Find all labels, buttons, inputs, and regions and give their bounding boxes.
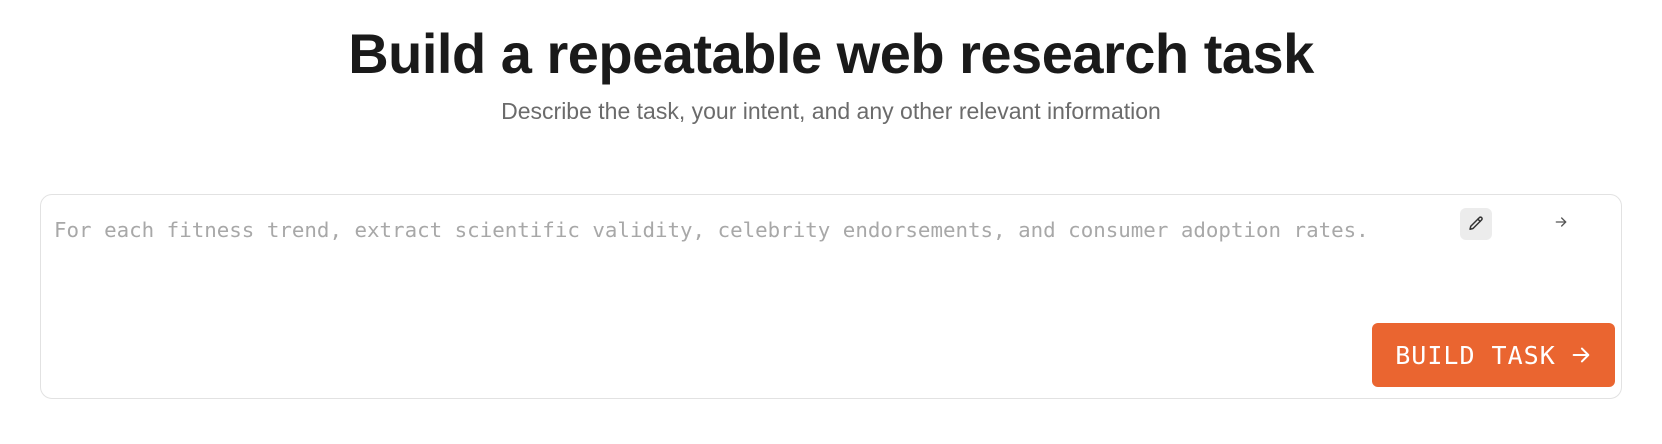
submit-arrow-button[interactable] <box>1547 210 1575 238</box>
task-card: BUILD TASK <box>40 194 1622 399</box>
build-task-button[interactable]: BUILD TASK <box>1372 323 1615 387</box>
task-description-input[interactable] <box>54 212 1454 248</box>
edit-button[interactable] <box>1460 208 1492 240</box>
build-task-label: BUILD TASK <box>1395 340 1556 370</box>
arrow-right-icon <box>1570 344 1592 366</box>
page-subtitle: Describe the task, your intent, and any … <box>501 98 1161 124</box>
arrow-right-icon <box>1553 214 1569 235</box>
page-title: Build a repeatable web research task <box>348 22 1314 85</box>
pencil-icon <box>1467 215 1485 233</box>
